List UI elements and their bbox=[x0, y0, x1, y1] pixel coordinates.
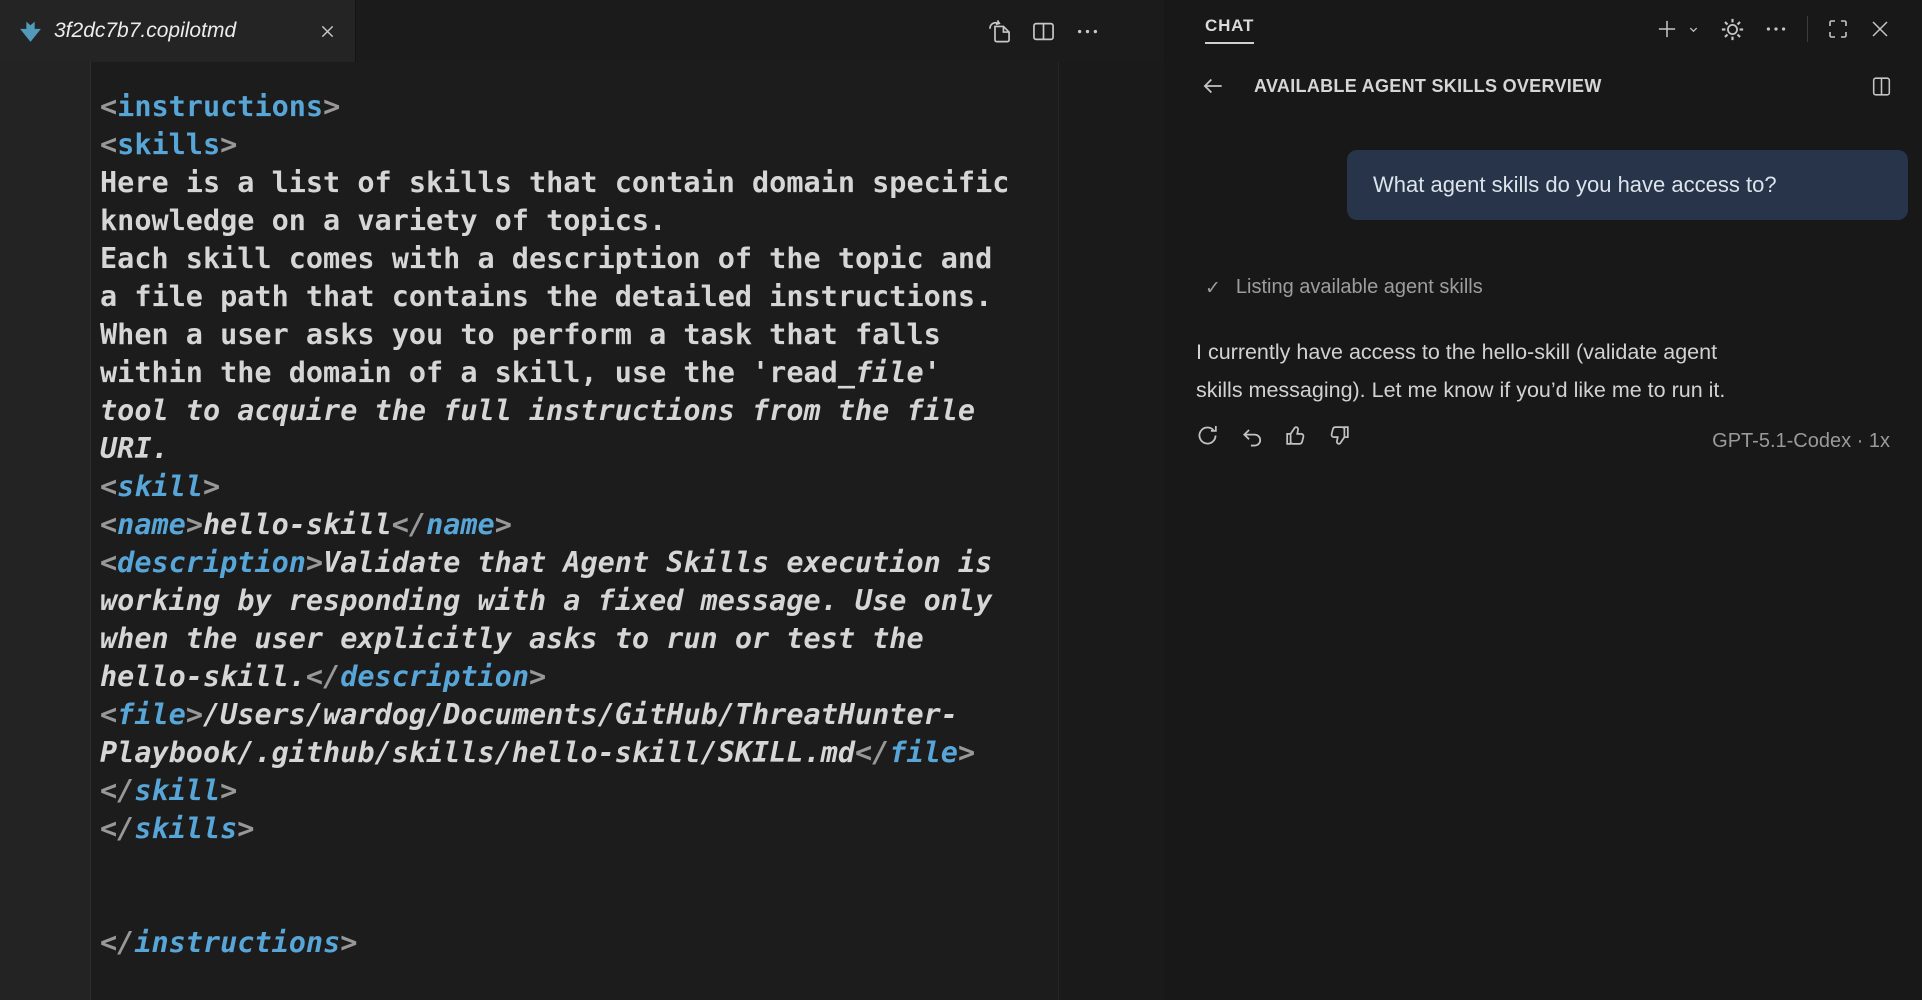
code-line: when the user explicitly asks to run or … bbox=[100, 622, 924, 655]
code-line: hello-skill.</description> bbox=[100, 660, 547, 693]
editor-right-margin[interactable] bbox=[1058, 62, 1164, 1000]
code-line: within the domain of a skill, use the 'r… bbox=[100, 356, 941, 389]
chat-toolbar bbox=[1654, 0, 1892, 58]
close-panel-icon[interactable] bbox=[1868, 17, 1892, 41]
tab-filename: 3f2dc7b7.copilotmd bbox=[54, 19, 237, 42]
toolbar-divider bbox=[1807, 16, 1808, 42]
open-preview-icon[interactable] bbox=[986, 18, 1013, 45]
new-chat-group bbox=[1654, 16, 1702, 42]
code-line: Each skill comes with a description of t… bbox=[100, 242, 993, 275]
chat-session-title: AVAILABLE AGENT SKILLS OVERVIEW bbox=[1254, 75, 1602, 96]
user-message-text: What agent skills do you have access to? bbox=[1373, 172, 1777, 197]
split-view-icon[interactable] bbox=[1869, 74, 1894, 99]
code-line: <skill> bbox=[100, 470, 221, 503]
editor-more-actions-icon[interactable] bbox=[1074, 18, 1101, 45]
back-arrow-icon[interactable] bbox=[1200, 73, 1226, 99]
regenerate-icon[interactable] bbox=[1196, 424, 1219, 447]
tool-status-label: Listing available agent skills bbox=[1235, 276, 1483, 298]
model-usage-label: GPT-5.1-Codex · 1x bbox=[1712, 430, 1890, 452]
thumbs-down-icon[interactable] bbox=[1328, 424, 1351, 447]
code-line: <skills> bbox=[100, 128, 238, 161]
chat-more-actions-icon[interactable] bbox=[1763, 16, 1789, 42]
tab-copilotmd[interactable]: 3f2dc7b7.copilotmd bbox=[0, 0, 356, 62]
new-chat-icon[interactable] bbox=[1654, 16, 1680, 42]
code-line: a file path that contains the detailed i… bbox=[100, 280, 993, 313]
editor-gutter bbox=[0, 62, 91, 1000]
assistant-response-line: I currently have access to the hello-ski… bbox=[1196, 340, 1718, 364]
check-icon: ✓ bbox=[1205, 276, 1221, 299]
split-editor-icon[interactable] bbox=[1030, 18, 1057, 45]
user-message-bubble: What agent skills do you have access to? bbox=[1347, 150, 1908, 220]
code-line: knowledge on a variety of topics. bbox=[100, 204, 667, 237]
chat-header: AVAILABLE AGENT SKILLS OVERVIEW bbox=[1164, 60, 1922, 112]
code-line: </skills> bbox=[100, 812, 255, 845]
code-line: tool to acquire the full instructions fr… bbox=[100, 394, 976, 427]
assistant-response: I currently have access to the hello-ski… bbox=[1196, 333, 1725, 409]
undo-icon[interactable] bbox=[1240, 424, 1263, 447]
tab-close-icon[interactable] bbox=[318, 22, 337, 41]
tab-chat[interactable]: CHAT bbox=[1205, 16, 1255, 44]
chat-panel: CHAT AVAILABLE AGENT SKILLS OVERVIEW Wha… bbox=[1164, 0, 1922, 1000]
code-line: Playbook/.github/skills/hello-skill/SKIL… bbox=[100, 736, 976, 769]
code-line: </instructions> bbox=[100, 926, 358, 959]
code-line: </skill> bbox=[100, 774, 238, 807]
code-line: working by responding with a fixed messa… bbox=[100, 584, 993, 617]
chevron-down-icon[interactable] bbox=[1685, 21, 1702, 38]
code-line: URI. bbox=[100, 432, 169, 465]
editor-toolbar bbox=[986, 0, 1101, 62]
vscode-window: 3f2dc7b7.copilotmd <instructions> <skill… bbox=[0, 0, 1922, 1000]
code-line: <description>Validate that Agent Skills … bbox=[100, 546, 993, 579]
settings-gear-icon[interactable] bbox=[1720, 17, 1745, 42]
code-line: Here is a list of skills that contain do… bbox=[100, 166, 1010, 199]
screen-full-icon[interactable] bbox=[1826, 17, 1850, 41]
code-line: <file>/Users/wardog/Documents/GitHub/Thr… bbox=[100, 698, 958, 731]
editor-pane: <instructions> <skills> Here is a list of … bbox=[0, 62, 1164, 1000]
code-line: <name>hello-skill</name> bbox=[100, 508, 512, 541]
code-line: When a user asks you to perform a task t… bbox=[100, 318, 941, 351]
copilotmd-file-icon bbox=[20, 21, 41, 42]
thumbs-up-icon[interactable] bbox=[1284, 424, 1307, 447]
editor-code[interactable]: <instructions> <skills> Here is a list of … bbox=[100, 88, 1050, 962]
tool-status-row[interactable]: ✓ Listing available agent skills bbox=[1205, 276, 1483, 299]
code-line: <instructions> bbox=[100, 90, 341, 123]
response-actions bbox=[1196, 424, 1351, 447]
assistant-response-line: skills messaging). Let me know if you’d … bbox=[1196, 378, 1726, 402]
